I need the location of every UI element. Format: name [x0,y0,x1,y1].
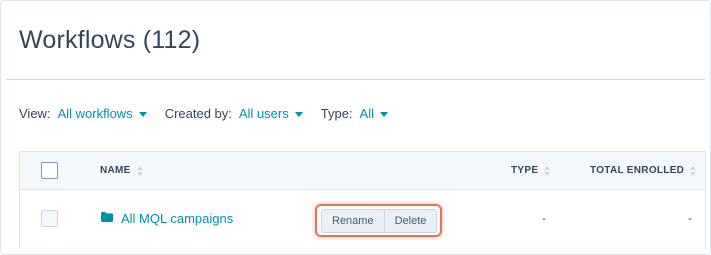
filter-view-label: View: [19,106,51,121]
sort-icon[interactable] [136,165,143,176]
column-header-name[interactable]: NAME [100,165,143,176]
chevron-down-icon[interactable] [294,111,303,117]
row-actions: Rename Delete [321,209,438,233]
folder-icon [101,212,113,222]
workflows-table: NAME TYPE TOTAL ENROLLED All MQL campaig… [19,151,706,250]
column-header-type-label: TYPE [511,165,539,176]
row-checkbox[interactable] [41,210,58,227]
filter-created-by-label: Created by: [164,106,232,121]
chevron-down-icon[interactable] [380,111,388,117]
rename-button[interactable]: Rename [322,210,384,232]
delete-button[interactable]: Delete [383,210,437,232]
filter-type-label: Type: [320,106,353,121]
workflow-folder-link[interactable]: All MQL campaigns [121,211,233,226]
header-divider [6,79,705,80]
column-header-name-label: NAME [100,165,131,176]
sort-icon[interactable] [690,165,697,176]
filter-type-dropdown[interactable]: All [360,106,374,121]
column-header-type[interactable]: TYPE [511,165,551,176]
filter-view-dropdown[interactable]: All workflows [58,106,133,121]
filter-created-by-dropdown[interactable]: All users [239,106,289,121]
filter-type: Type: All [321,106,388,121]
select-all-checkbox[interactable] [41,162,58,179]
cell-type: - [542,211,546,225]
filter-created-by: Created by: All users [165,106,303,121]
cell-total-enrolled: - [688,211,692,225]
chevron-down-icon[interactable] [138,111,147,117]
table-row: All MQL campaigns Rename Delete - - [20,190,705,250]
page-title: Workflows (112) [19,26,201,54]
sort-icon[interactable] [544,165,551,176]
workflows-page: Workflows (112) View: All workflows Crea… [0,0,711,255]
filter-bar: View: All workflows Created by: All user… [19,106,406,121]
column-header-total-enrolled-label: TOTAL ENROLLED [590,165,685,176]
filter-view: View: All workflows [19,106,147,121]
column-header-total-enrolled[interactable]: TOTAL ENROLLED [590,165,697,176]
table-header: NAME TYPE TOTAL ENROLLED [20,152,705,190]
